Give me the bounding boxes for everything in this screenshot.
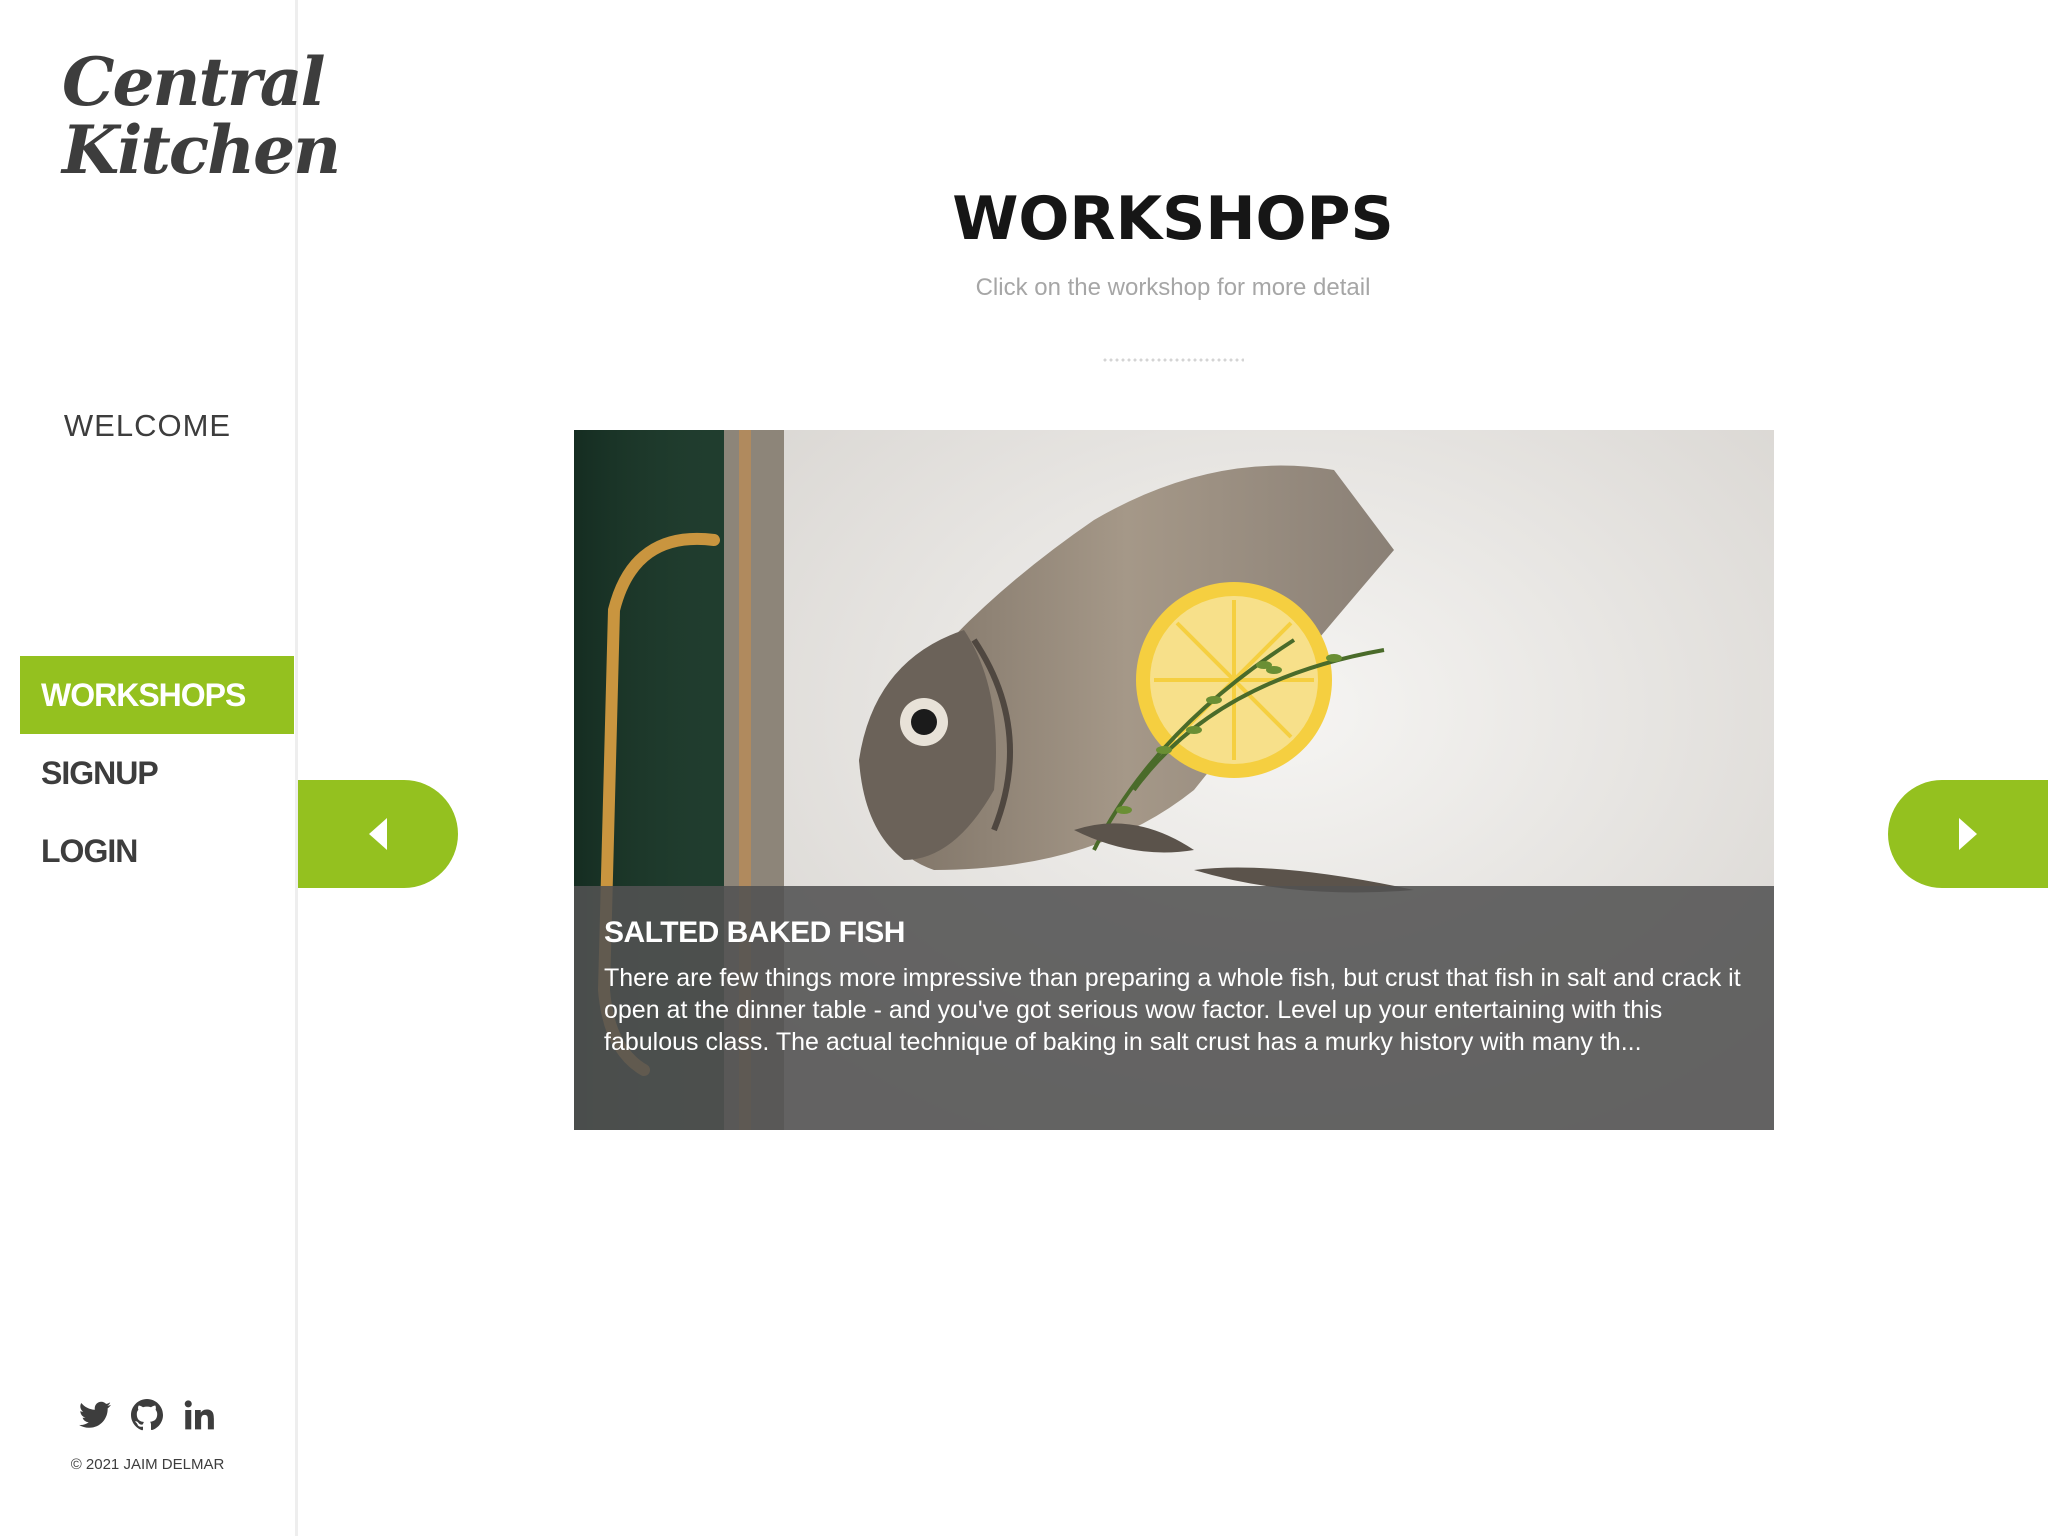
github-icon[interactable] <box>130 1398 164 1432</box>
next-button[interactable] <box>1888 780 2048 888</box>
page-subtitle: Click on the workshop for more detail <box>975 274 1371 301</box>
caret-right-icon <box>1959 818 1977 850</box>
caret-left-icon <box>369 818 387 850</box>
dotted-divider <box>1102 358 1244 362</box>
workshop-title: SALTED BAKED FISH <box>604 916 905 949</box>
nav-item-login[interactable]: LOGIN <box>20 812 294 890</box>
previous-button[interactable] <box>298 780 458 888</box>
linkedin-icon[interactable] <box>182 1398 216 1432</box>
workshop-caption: SALTED BAKED FISH There are few things m… <box>574 886 1774 1130</box>
page-title: WORKSHOPS <box>952 184 1394 254</box>
nav-item-signup[interactable]: SIGNUP <box>20 734 294 812</box>
nav-item-workshops[interactable]: WORKSHOPS <box>20 656 294 734</box>
logo-line-2: Kitchen <box>62 111 341 189</box>
social-links <box>78 1398 216 1432</box>
logo[interactable]: Central Kitchen <box>62 43 341 189</box>
copyright: © 2021 JAIM DELMAR <box>70 1456 225 1473</box>
main-nav: WORKSHOPS SIGNUP LOGIN <box>20 656 294 890</box>
welcome-link[interactable]: WELCOME <box>0 408 295 444</box>
logo-line-1: Central <box>62 43 326 121</box>
sidebar: Central Kitchen WELCOME WORKSHOPS SIGNUP… <box>0 0 341 1536</box>
workshop-card[interactable]: SALTED BAKED FISH There are few things m… <box>574 430 1774 1130</box>
workshop-description: There are few things more impressive tha… <box>604 964 1741 1056</box>
twitter-icon[interactable] <box>78 1398 112 1432</box>
